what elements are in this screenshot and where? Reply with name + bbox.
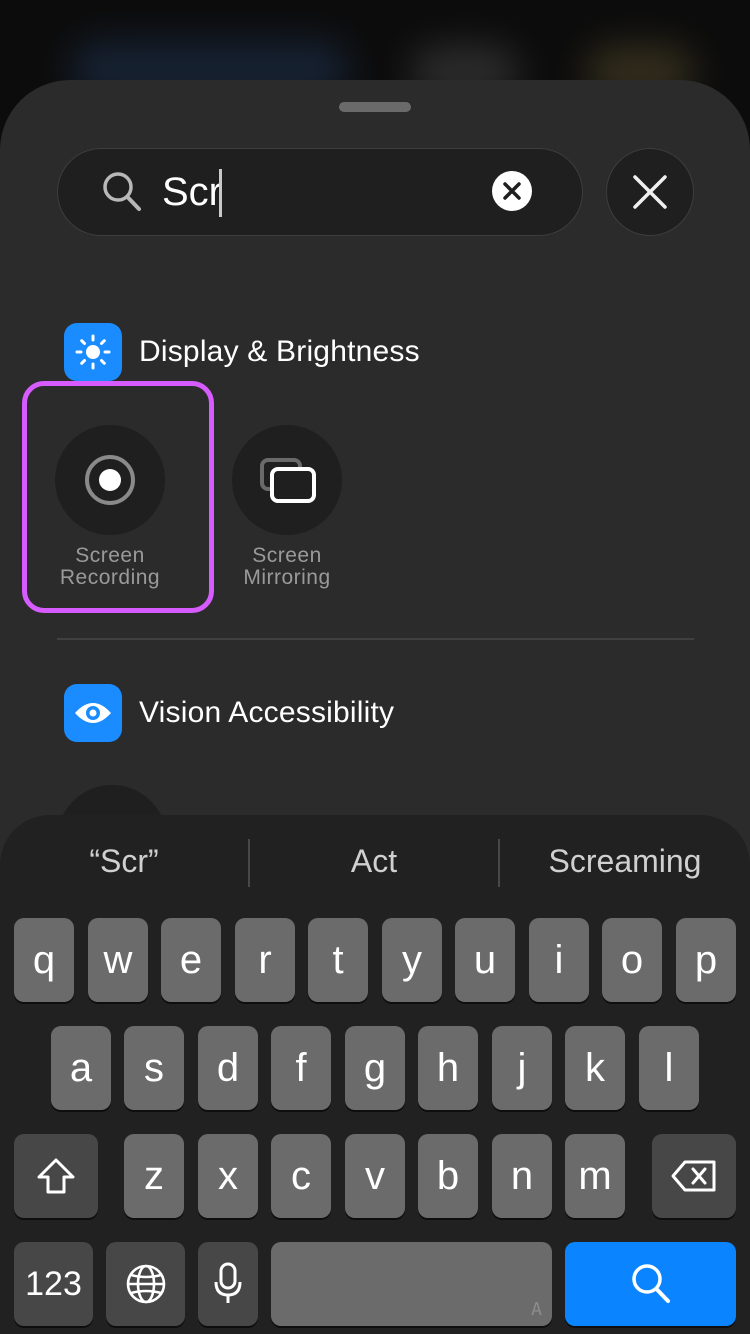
search-icon — [102, 171, 142, 218]
key-q[interactable]: q — [14, 918, 74, 1002]
key-d[interactable]: d — [198, 1026, 258, 1110]
microphone-icon — [214, 1262, 242, 1303]
key-t[interactable]: t — [308, 918, 368, 1002]
screen-mirroring-button[interactable] — [232, 425, 342, 535]
search-key[interactable] — [565, 1242, 736, 1326]
highlight-outline — [22, 381, 214, 613]
sun-icon — [64, 323, 122, 381]
search-input[interactable] — [162, 161, 482, 223]
keyboard: “Scr” Act Screaming q w e r t y u i o p … — [0, 815, 750, 1334]
clear-search-button[interactable] — [492, 171, 532, 211]
dictation-key[interactable] — [198, 1242, 258, 1326]
suggestion-act[interactable]: Act — [250, 843, 498, 887]
key-x[interactable]: x — [198, 1134, 258, 1218]
space-key[interactable]: A — [271, 1242, 552, 1326]
control-label: Screen Mirroring — [243, 544, 331, 589]
globe-icon — [126, 1264, 165, 1304]
sheet-grabber[interactable] — [339, 102, 411, 112]
eye-icon — [64, 684, 122, 742]
suggestion-quoted[interactable]: “Scr” — [0, 843, 248, 887]
key-j[interactable]: j — [492, 1026, 552, 1110]
key-g[interactable]: g — [345, 1026, 405, 1110]
globe-key[interactable] — [106, 1242, 185, 1326]
key-w[interactable]: w — [88, 918, 148, 1002]
shift-icon — [37, 1158, 75, 1194]
section-title: Vision Accessibility — [139, 696, 395, 729]
screen-mirroring-icon — [260, 458, 316, 503]
search-bar[interactable] — [57, 148, 583, 236]
key-c[interactable]: c — [271, 1134, 331, 1218]
key-a[interactable]: a — [51, 1026, 111, 1110]
keyboard-language-hint: A — [531, 1299, 542, 1320]
key-l[interactable]: l — [639, 1026, 699, 1110]
key-h[interactable]: h — [418, 1026, 478, 1110]
suggestion-screaming[interactable]: Screaming — [500, 843, 750, 887]
key-z[interactable]: z — [124, 1134, 184, 1218]
shift-key[interactable] — [14, 1134, 98, 1218]
key-m[interactable]: m — [565, 1134, 625, 1218]
key-s[interactable]: s — [124, 1026, 184, 1110]
key-u[interactable]: u — [455, 918, 515, 1002]
key-b[interactable]: b — [418, 1134, 478, 1218]
search-icon — [631, 1264, 670, 1303]
key-f[interactable]: f — [271, 1026, 331, 1110]
section-vision-accessibility[interactable]: Vision Accessibility — [64, 684, 394, 742]
backspace-icon — [671, 1160, 716, 1192]
section-title: Display & Brightness — [139, 335, 420, 368]
section-display-brightness[interactable]: Display & Brightness — [64, 323, 420, 381]
key-o[interactable]: o — [602, 918, 662, 1002]
key-n[interactable]: n — [492, 1134, 552, 1218]
section-divider — [57, 638, 694, 640]
text-caret — [219, 169, 222, 217]
key-i[interactable]: i — [529, 918, 589, 1002]
screen-mirroring-control[interactable]: Screen Mirroring — [212, 425, 362, 589]
close-search-button[interactable] — [606, 148, 694, 236]
key-e[interactable]: e — [161, 918, 221, 1002]
key-k[interactable]: k — [565, 1026, 625, 1110]
key-r[interactable]: r — [235, 918, 295, 1002]
close-icon — [633, 175, 667, 209]
delete-key[interactable] — [652, 1134, 736, 1218]
key-y[interactable]: y — [382, 918, 442, 1002]
clear-circle-icon — [503, 182, 521, 200]
key-p[interactable]: p — [676, 918, 736, 1002]
key-v[interactable]: v — [345, 1134, 405, 1218]
numbers-key[interactable]: 123 — [14, 1242, 93, 1326]
